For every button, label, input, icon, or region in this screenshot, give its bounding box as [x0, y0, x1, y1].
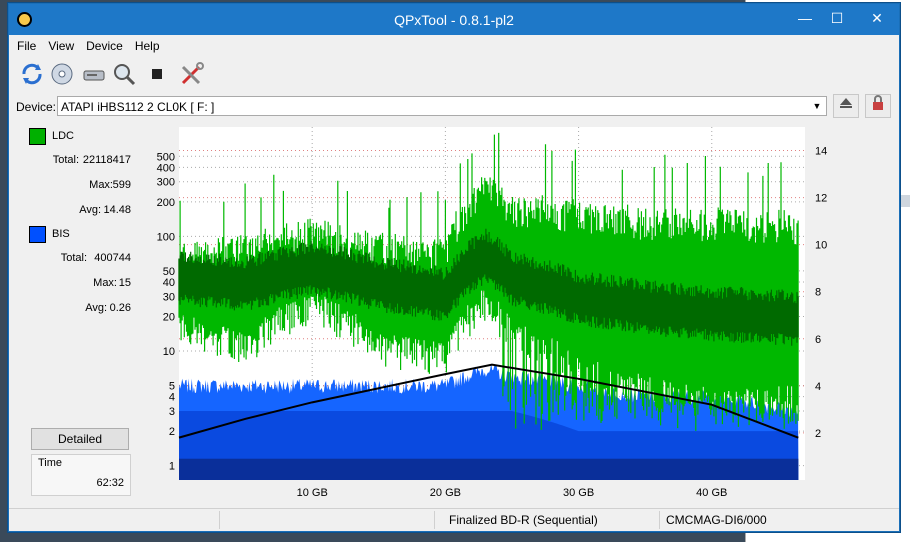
- ldc-color-swatch: [29, 128, 46, 145]
- left-axis: 1 2 3 45 10 20 30 4050 100 200 300 400500: [157, 151, 175, 472]
- x-tick-label: 20 GB: [430, 487, 461, 499]
- left-tick-label: 30: [163, 291, 175, 303]
- maximize-button[interactable]: ☐: [821, 4, 853, 33]
- right-tick-label: 2: [815, 428, 821, 440]
- bis-color-swatch: [29, 226, 46, 243]
- left-tick-label: 5: [169, 381, 175, 393]
- status-bar: Finalized BD-R (Sequential) CMCMAG-DI6/0…: [9, 508, 899, 531]
- drive-icon[interactable]: [81, 61, 107, 87]
- minimize-button[interactable]: —: [789, 4, 821, 33]
- bis-avg-value: 0.26: [109, 302, 131, 314]
- left-tick-label: 100: [157, 231, 175, 243]
- time-label: Time: [38, 457, 63, 469]
- close-button[interactable]: ✕: [857, 4, 897, 33]
- eject-button[interactable]: [833, 94, 859, 118]
- x-tick-label: 40 GB: [696, 487, 727, 499]
- x-tick-label: 30 GB: [563, 487, 594, 499]
- scan-icon[interactable]: [111, 61, 137, 87]
- time-value: 62:32: [96, 477, 124, 489]
- bottom-axis: 10 GB 20 GB 30 GB 40 GB: [297, 487, 728, 499]
- left-tick-label: 1: [169, 461, 175, 473]
- status-cell-2: [220, 511, 435, 529]
- ldc-total-label: Total:: [52, 154, 79, 166]
- stats-panel: LDC Total: 22118417 Max: 599 Avg: 14.48 …: [9, 124, 137, 499]
- window-title: QPxTool - 0.8.1-pl2: [394, 12, 514, 28]
- device-value: ATAPI iHBS112 2 CL0K [ F: ]: [61, 100, 215, 114]
- settings-tools-icon[interactable]: [179, 61, 205, 87]
- ldc-max-value: 599: [112, 179, 131, 191]
- chevron-down-icon[interactable]: ▼: [810, 99, 824, 113]
- ldc-max-label: Max:: [89, 179, 113, 191]
- bis-total-label: Total:: [60, 252, 87, 264]
- left-tick-label: 300: [157, 177, 175, 189]
- menu-file[interactable]: File: [9, 36, 40, 53]
- right-tick-label: 6: [815, 334, 821, 346]
- refresh-icon[interactable]: [19, 61, 45, 87]
- disc-icon[interactable]: [49, 61, 75, 87]
- lock-button[interactable]: [865, 94, 891, 118]
- lock-icon: [873, 95, 883, 110]
- status-cell-1: [9, 511, 220, 529]
- left-tick-label: 500: [157, 151, 175, 163]
- right-axis: 2 4 6 8 10 12 14: [815, 146, 827, 440]
- status-media-id: CMCMAG-DI6/000: [666, 513, 767, 527]
- right-tick-label: 8: [815, 287, 821, 299]
- eject-icon: [840, 98, 852, 108]
- left-tick-label: 2: [169, 426, 175, 438]
- left-tick-label: 3: [169, 406, 175, 418]
- left-tick-label: 40: [163, 277, 175, 289]
- left-tick-label: 400: [157, 162, 175, 174]
- right-tick-label: 12: [815, 193, 827, 205]
- detailed-button[interactable]: Detailed: [31, 428, 129, 450]
- bis-total-value: 400744: [94, 252, 131, 264]
- left-tick-label: 20: [163, 312, 175, 324]
- device-row: Device: ATAPI iHBS112 2 CL0K [ F: ] ▼: [9, 94, 899, 118]
- bis-max-value: 15: [118, 277, 131, 289]
- toolbar: [9, 57, 899, 91]
- ldc-total-value: 22118417: [82, 154, 131, 166]
- bis-avg-label: Avg:: [85, 302, 107, 314]
- x-tick-label: 10 GB: [297, 487, 328, 499]
- right-tick-label: 10: [815, 240, 827, 252]
- app-window: QPxTool - 0.8.1-pl2 — ☐ ✕ File View Device…: [8, 3, 900, 532]
- left-tick-label: 50: [163, 266, 175, 278]
- ldc-legend-label: LDC: [52, 130, 75, 142]
- device-label: Device:: [16, 100, 57, 114]
- bis-base-band: [179, 458, 799, 480]
- device-select[interactable]: ATAPI iHBS112 2 CL0K [ F: ] ▼: [57, 96, 827, 116]
- bis-legend-label: BIS: [52, 228, 70, 240]
- time-box: Time 62:32: [31, 454, 131, 496]
- left-tick-label: 200: [157, 197, 175, 209]
- right-tick-label: 14: [815, 146, 827, 158]
- stop-icon[interactable]: [144, 61, 170, 87]
- menu-bar: File View Device Help: [9, 36, 899, 56]
- ldc-avg-value: 14.48: [103, 204, 131, 216]
- menu-device[interactable]: Device: [78, 36, 127, 53]
- menu-view[interactable]: View: [40, 36, 78, 53]
- menu-help[interactable]: Help: [127, 36, 164, 53]
- ldc-avg-label: Avg:: [79, 204, 101, 216]
- scan-chart: 123451020304050100200300400500 246810121…: [157, 127, 827, 499]
- status-disc-type: Finalized BD-R (Sequential): [445, 511, 660, 529]
- right-tick-label: 4: [815, 381, 821, 393]
- title-bar[interactable]: QPxTool - 0.8.1-pl2 — ☐ ✕: [9, 4, 899, 35]
- left-tick-label: 10: [163, 346, 175, 358]
- left-tick-label: 4: [169, 392, 175, 404]
- bis-max-label: Max:: [93, 277, 117, 289]
